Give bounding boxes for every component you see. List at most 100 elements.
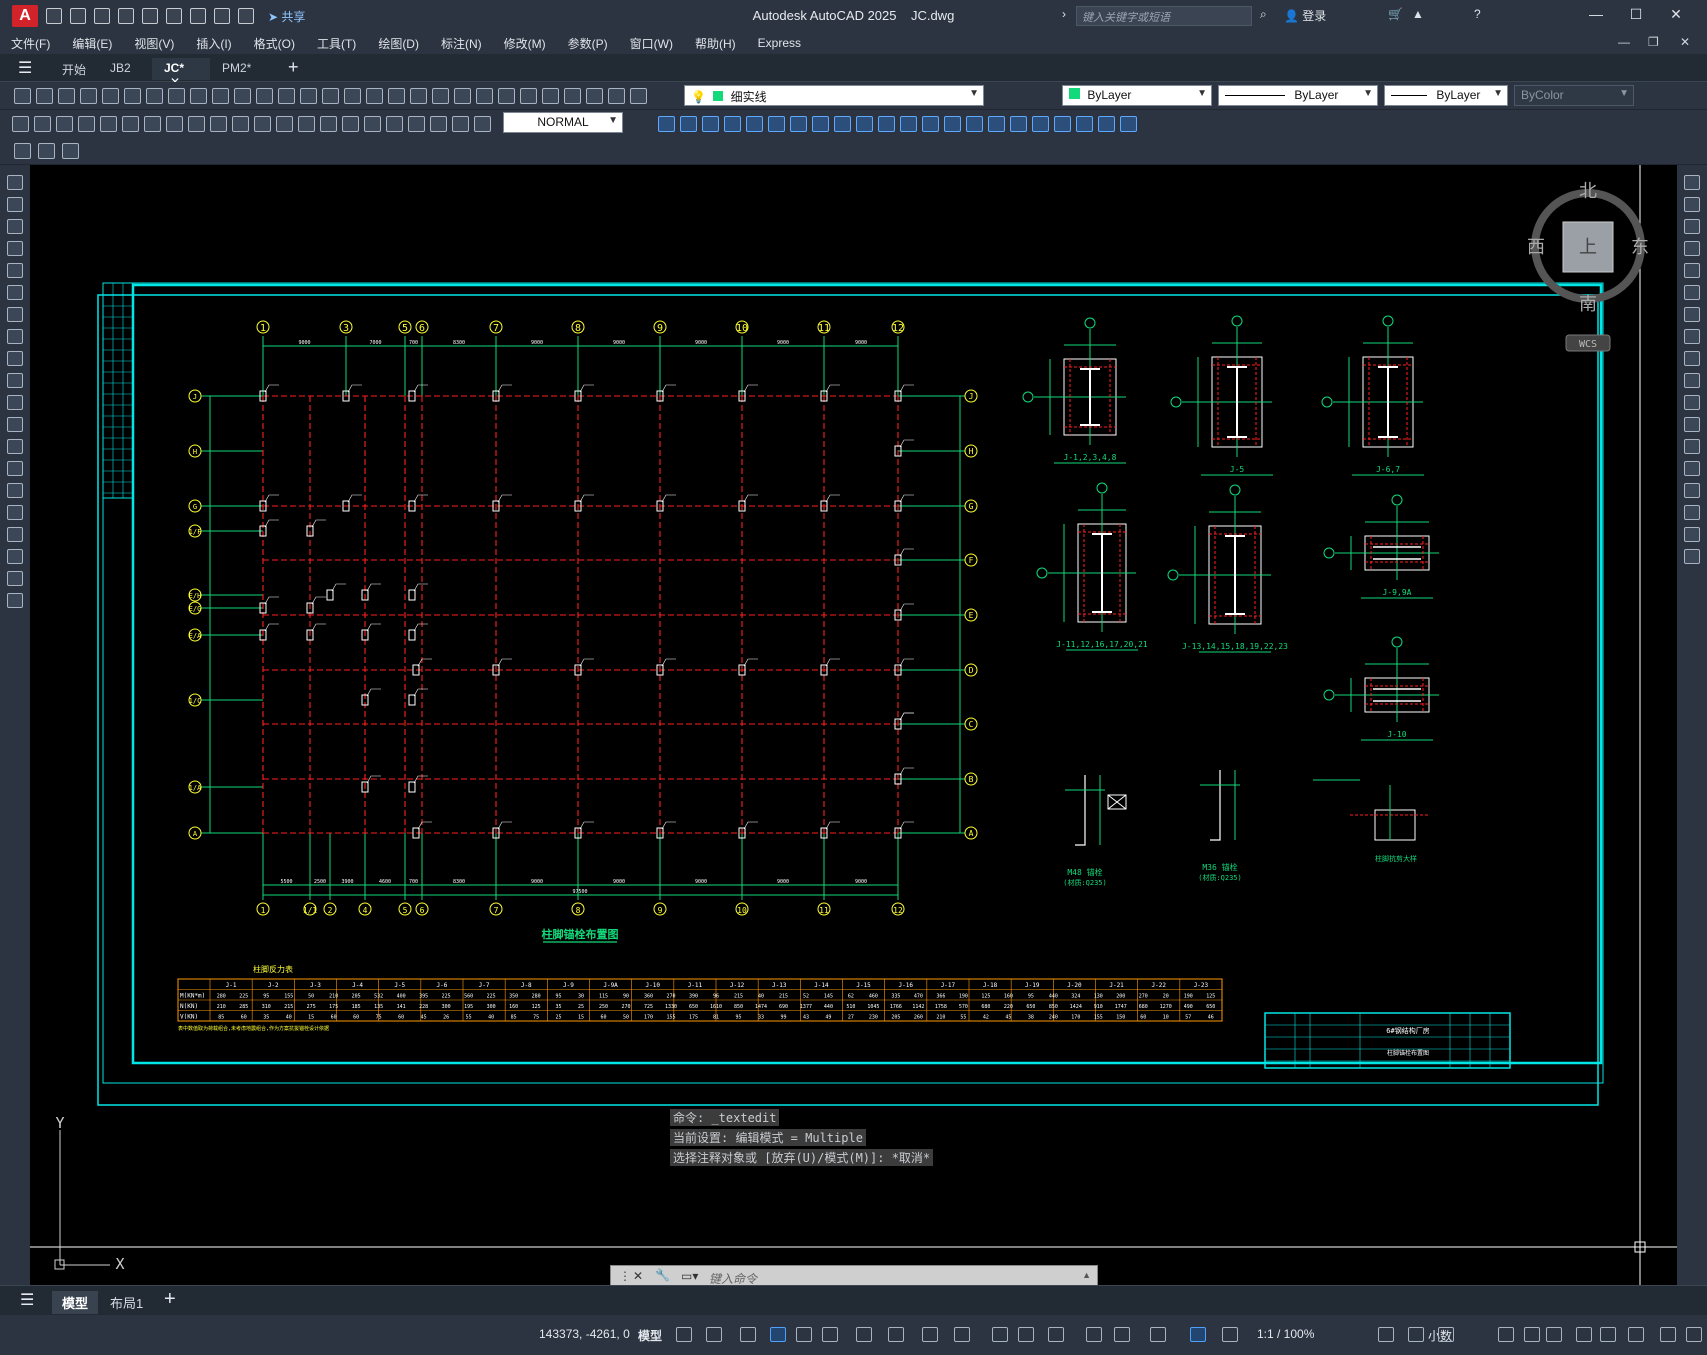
status-toggle-icon[interactable] xyxy=(676,1327,692,1342)
command-line-grip-icon[interactable]: ⋮ xyxy=(619,1269,631,1283)
login-button[interactable]: 👤 登录 xyxy=(1284,7,1326,24)
status-toggle-icon[interactable] xyxy=(770,1327,786,1342)
modify-tool-icon[interactable] xyxy=(408,116,425,132)
menu-edit[interactable]: 编辑(E) xyxy=(61,35,123,52)
extra-tool-icon[interactable] xyxy=(38,143,55,159)
drawing-canvas[interactable]: 1 3 5 6 7 8 9 10 11 12 1 1/1 2 4 5 6 7 8 9 10 11 12 9000 7000 70… xyxy=(30,165,1677,1285)
standard-tool-icon[interactable] xyxy=(564,88,581,104)
menu-help[interactable]: 帮助(H) xyxy=(684,35,747,52)
tab-layout1[interactable]: 布局1 xyxy=(100,1291,153,1314)
status-toggle-icon[interactable] xyxy=(1408,1327,1424,1342)
tab-jb2[interactable]: JB2 xyxy=(98,58,143,80)
standard-tool-icon[interactable] xyxy=(146,88,163,104)
status-toggle-icon[interactable] xyxy=(922,1327,938,1342)
draw-tool-icon[interactable] xyxy=(7,593,23,608)
modify-tool-icon[interactable] xyxy=(1684,219,1700,234)
draw-tool-icon[interactable] xyxy=(7,307,23,322)
status-toggle-icon[interactable] xyxy=(1438,1327,1454,1342)
modify-tool-icon[interactable] xyxy=(856,116,873,132)
menu-parametric[interactable]: 参数(P) xyxy=(557,35,619,52)
menu-insert[interactable]: 插入(I) xyxy=(185,35,242,52)
standard-tool-icon[interactable] xyxy=(80,88,97,104)
linetype-dropdown[interactable]: ByLayer ▼ xyxy=(1218,85,1378,106)
modify-tool-icon[interactable] xyxy=(658,116,675,132)
draw-tool-icon[interactable] xyxy=(7,439,23,454)
help-icon[interactable]: ? xyxy=(1474,7,1481,21)
status-toggle-icon[interactable] xyxy=(1114,1327,1130,1342)
status-toggle-icon[interactable] xyxy=(1686,1327,1702,1342)
modify-tool-icon[interactable] xyxy=(834,116,851,132)
search-icon[interactable]: ⌕ xyxy=(1260,7,1267,22)
modify-tool-icon[interactable] xyxy=(900,116,917,132)
standard-tool-icon[interactable] xyxy=(608,88,625,104)
modify-tool-icon[interactable] xyxy=(1010,116,1027,132)
status-toggle-icon[interactable] xyxy=(1222,1327,1238,1342)
standard-tool-icon[interactable] xyxy=(322,88,339,104)
modify-tool-icon[interactable] xyxy=(1684,329,1700,344)
standard-tool-icon[interactable] xyxy=(190,88,207,104)
command-close-icon[interactable]: ✕ xyxy=(633,1269,643,1283)
modify-tool-icon[interactable] xyxy=(1054,116,1071,132)
layer-dropdown[interactable]: 💡 细实线 ▼ xyxy=(684,85,984,106)
layout-menu-icon[interactable]: ☰ xyxy=(20,1290,34,1310)
standard-tool-icon[interactable] xyxy=(520,88,537,104)
status-toggle-icon[interactable] xyxy=(992,1327,1008,1342)
modify-tool-icon[interactable] xyxy=(144,116,161,132)
standard-tool-icon[interactable] xyxy=(36,88,53,104)
menu-dimension[interactable]: 标注(N) xyxy=(430,35,493,52)
wrench-icon[interactable]: 🔧 xyxy=(655,1268,670,1282)
menu-express[interactable]: Express xyxy=(747,36,812,50)
standard-tool-icon[interactable] xyxy=(344,88,361,104)
draw-tool-icon[interactable] xyxy=(7,417,23,432)
modify-tool-icon[interactable] xyxy=(78,116,95,132)
save-icon[interactable] xyxy=(94,8,110,24)
status-toggle-icon[interactable] xyxy=(1576,1327,1592,1342)
modify-tool-icon[interactable] xyxy=(1076,116,1093,132)
status-toggle-icon[interactable] xyxy=(888,1327,904,1342)
doc-close-button[interactable]: ✕ xyxy=(1680,35,1690,49)
status-toggle-icon[interactable] xyxy=(954,1327,970,1342)
modify-tool-icon[interactable] xyxy=(1684,373,1700,388)
status-toggle-icon[interactable] xyxy=(1498,1327,1514,1342)
status-toggle-icon[interactable] xyxy=(740,1327,756,1342)
viewcube-south[interactable]: 南 xyxy=(1579,294,1597,315)
new-tab-plus-icon[interactable]: + xyxy=(288,57,299,78)
status-toggle-icon[interactable] xyxy=(1524,1327,1540,1342)
modify-tool-icon[interactable] xyxy=(702,116,719,132)
status-toggle-icon[interactable] xyxy=(1600,1327,1616,1342)
doc-minimize-button[interactable]: — xyxy=(1618,35,1630,49)
add-layout-icon[interactable]: + xyxy=(164,1288,176,1311)
status-toggle-icon[interactable] xyxy=(706,1327,722,1342)
standard-tool-icon[interactable] xyxy=(58,88,75,104)
command-history-arrow-icon[interactable]: ▲ xyxy=(1082,1270,1091,1280)
modify-tool-icon[interactable] xyxy=(1684,351,1700,366)
save-as-icon[interactable] xyxy=(118,8,134,24)
menu-window[interactable]: 窗口(W) xyxy=(619,35,684,52)
status-toggle-icon[interactable] xyxy=(1546,1327,1562,1342)
draw-tool-icon[interactable] xyxy=(7,571,23,586)
menu-modify[interactable]: 修改(M) xyxy=(493,35,557,52)
menu-tools[interactable]: 工具(T) xyxy=(306,35,367,52)
status-toggle-icon[interactable] xyxy=(1018,1327,1034,1342)
modify-tool-icon[interactable] xyxy=(988,116,1005,132)
minimize-button[interactable]: — xyxy=(1584,6,1608,26)
standard-tool-icon[interactable] xyxy=(498,88,515,104)
tab-start[interactable]: 开始 xyxy=(50,58,98,80)
draw-tool-icon[interactable] xyxy=(7,549,23,564)
lineweight-dropdown[interactable]: ByLayer ▼ xyxy=(1384,85,1508,106)
standard-tool-icon[interactable] xyxy=(586,88,603,104)
status-toggle-icon[interactable] xyxy=(1086,1327,1102,1342)
modify-tool-icon[interactable] xyxy=(724,116,741,132)
standard-tool-icon[interactable] xyxy=(234,88,251,104)
annotation-scale[interactable]: 1:1 / 100% xyxy=(1257,1327,1314,1341)
status-toggle-icon[interactable] xyxy=(1048,1327,1064,1342)
menu-file[interactable]: 文件(F) xyxy=(0,35,61,52)
modify-tool-icon[interactable] xyxy=(922,116,939,132)
command-line[interactable]: ⋮ ✕ 🔧 ▭▾ 键入命令 ▲ xyxy=(610,1265,1098,1285)
plotstyle-dropdown[interactable]: ByColor ▼ xyxy=(1514,85,1634,106)
maximize-button[interactable]: ☐ xyxy=(1624,6,1648,26)
status-toggle-icon[interactable] xyxy=(822,1327,838,1342)
undo-icon[interactable] xyxy=(214,8,230,24)
status-toggle-icon[interactable] xyxy=(1378,1327,1394,1342)
modify-tool-icon[interactable] xyxy=(1032,116,1049,132)
